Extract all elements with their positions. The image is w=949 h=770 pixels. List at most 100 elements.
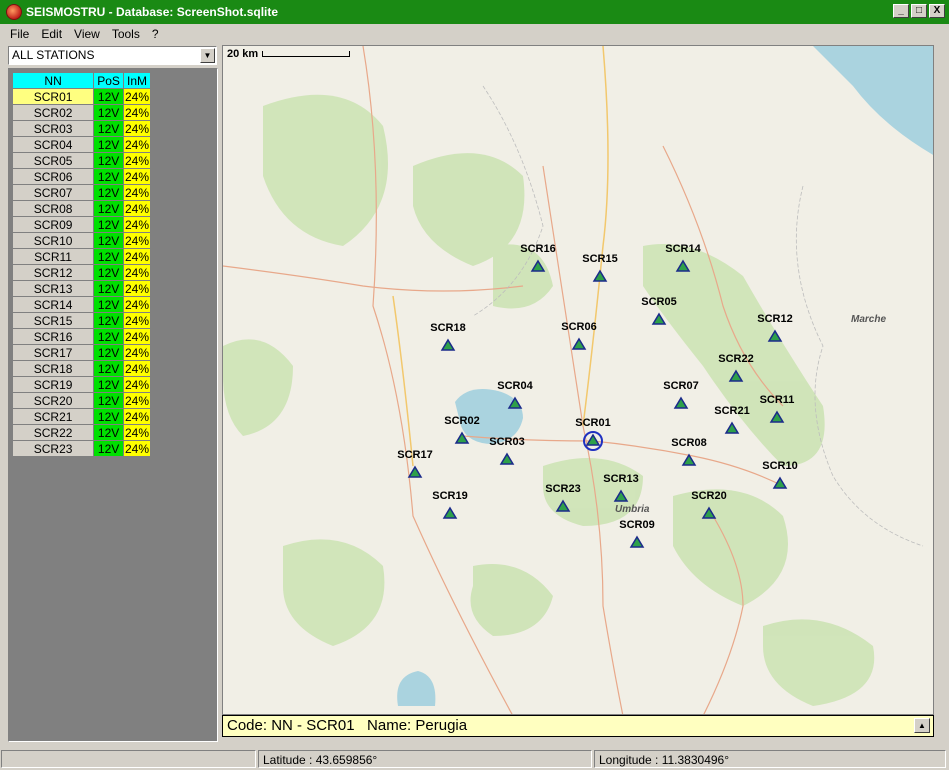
table-row[interactable]: SCR08 12V 24% <box>11 200 151 217</box>
table-row[interactable]: SCR16 12V 24% <box>11 328 151 345</box>
cell-inm: 24% <box>123 328 151 345</box>
station-marker-icon[interactable] <box>450 427 474 451</box>
station-marker-icon[interactable] <box>609 485 633 509</box>
station-label: SCR05 <box>641 296 677 308</box>
station-marker-icon[interactable] <box>567 333 591 357</box>
column-header-nn[interactable]: NN <box>11 72 95 89</box>
cell-pos: 12V <box>93 152 125 169</box>
table-row[interactable]: SCR18 12V 24% <box>11 360 151 377</box>
station-marker-icon[interactable] <box>720 417 744 441</box>
station-marker-icon[interactable] <box>438 502 462 526</box>
station-filter-dropdown[interactable]: ALL STATIONS ▼ <box>8 46 217 65</box>
station-marker-icon[interactable] <box>581 429 605 453</box>
station-marker-icon[interactable] <box>763 325 787 349</box>
station-marker-icon[interactable] <box>677 449 701 473</box>
cell-inm: 24% <box>123 120 151 137</box>
station-marker-icon[interactable] <box>647 308 671 332</box>
map-view[interactable]: 20 km Marche Umbria SCR01 SCR02 SCR03 SCR04… <box>222 45 934 715</box>
station-marker-icon[interactable] <box>724 365 748 389</box>
table-row[interactable]: SCR13 12V 24% <box>11 280 151 297</box>
table-row[interactable]: SCR06 12V 24% <box>11 168 151 185</box>
cell-nn: SCR15 <box>11 312 95 329</box>
cell-nn: SCR18 <box>11 360 95 377</box>
station-label: SCR18 <box>430 322 466 334</box>
menu-view[interactable]: View <box>68 27 106 41</box>
chevron-up-icon[interactable]: ▲ <box>914 718 930 733</box>
menu-help[interactable]: ? <box>146 27 165 41</box>
cell-pos: 12V <box>93 376 125 393</box>
station-marker-icon[interactable] <box>697 502 721 526</box>
station-label: SCR01 <box>575 417 611 429</box>
table-row[interactable]: SCR22 12V 24% <box>11 424 151 441</box>
app-window: SEISMOSTRU - Database: ScreenShot.sqlite… <box>0 0 949 770</box>
table-header-row: NN PoS InM <box>11 72 151 89</box>
table-row[interactable]: SCR04 12V 24% <box>11 136 151 153</box>
station-marker-icon[interactable] <box>669 392 693 416</box>
table-row[interactable]: SCR10 12V 24% <box>11 232 151 249</box>
menu-file[interactable]: File <box>4 27 35 41</box>
station-marker-icon[interactable] <box>526 255 550 279</box>
table-row[interactable]: SCR23 12V 24% <box>11 440 151 457</box>
title-bar[interactable]: SEISMOSTRU - Database: ScreenShot.sqlite… <box>0 0 949 24</box>
cell-nn: SCR04 <box>11 136 95 153</box>
cell-inm: 24% <box>123 232 151 249</box>
station-label: SCR12 <box>757 313 793 325</box>
cell-inm: 24% <box>123 392 151 409</box>
station-marker-icon[interactable] <box>551 495 575 519</box>
maximize-button[interactable]: □ <box>911 4 927 18</box>
station-label: SCR03 <box>489 436 525 448</box>
cell-inm: 24% <box>123 104 151 121</box>
table-row[interactable]: SCR12 12V 24% <box>11 264 151 281</box>
menu-bar: File Edit View Tools ? <box>0 24 949 44</box>
cell-inm: 24% <box>123 376 151 393</box>
table-row[interactable]: SCR15 12V 24% <box>11 312 151 329</box>
station-marker-icon[interactable] <box>588 265 612 289</box>
cell-nn: SCR17 <box>11 344 95 361</box>
station-label: SCR10 <box>762 460 798 472</box>
table-row[interactable]: SCR20 12V 24% <box>11 392 151 409</box>
station-marker-icon[interactable] <box>765 406 789 430</box>
scale-bar <box>262 51 351 57</box>
table-row[interactable]: SCR17 12V 24% <box>11 344 151 361</box>
cell-nn: SCR07 <box>11 184 95 201</box>
column-header-pos[interactable]: PoS <box>93 72 125 89</box>
table-row[interactable]: SCR11 12V 24% <box>11 248 151 265</box>
station-marker-icon[interactable] <box>495 448 519 472</box>
cell-inm: 24% <box>123 280 151 297</box>
close-button[interactable]: X <box>929 4 945 18</box>
table-row[interactable]: SCR01 12V 24% <box>11 88 151 105</box>
table-row[interactable]: SCR07 12V 24% <box>11 184 151 201</box>
map-scale: 20 km <box>227 48 351 60</box>
table-row[interactable]: SCR09 12V 24% <box>11 216 151 233</box>
station-marker-icon[interactable] <box>436 334 460 358</box>
cell-nn: SCR01 <box>11 88 95 105</box>
chevron-down-icon[interactable]: ▼ <box>200 48 215 63</box>
menu-tools[interactable]: Tools <box>106 27 146 41</box>
table-row[interactable]: SCR05 12V 24% <box>11 152 151 169</box>
cell-inm: 24% <box>123 200 151 217</box>
station-label: SCR08 <box>671 437 707 449</box>
station-marker-icon[interactable] <box>625 531 649 555</box>
app-logo-icon <box>6 4 22 20</box>
station-marker-icon[interactable] <box>403 461 427 485</box>
station-marker-icon[interactable] <box>671 255 695 279</box>
table-row[interactable]: SCR03 12V 24% <box>11 120 151 137</box>
cell-pos: 12V <box>93 280 125 297</box>
cell-nn: SCR16 <box>11 328 95 345</box>
cell-inm: 24% <box>123 88 151 105</box>
map-background <box>223 46 933 714</box>
table-row[interactable]: SCR19 12V 24% <box>11 376 151 393</box>
table-row[interactable]: SCR21 12V 24% <box>11 408 151 425</box>
station-label: SCR02 <box>444 415 480 427</box>
station-marker-icon[interactable] <box>503 392 527 416</box>
cell-nn: SCR21 <box>11 408 95 425</box>
cell-inm: 24% <box>123 136 151 153</box>
menu-edit[interactable]: Edit <box>35 27 68 41</box>
station-marker-icon[interactable] <box>768 472 792 496</box>
minimize-button[interactable]: _ <box>893 4 909 18</box>
column-header-inm[interactable]: InM <box>123 72 151 89</box>
table-row[interactable]: SCR14 12V 24% <box>11 296 151 313</box>
cell-pos: 12V <box>93 168 125 185</box>
table-row[interactable]: SCR02 12V 24% <box>11 104 151 121</box>
station-label: SCR07 <box>663 380 699 392</box>
